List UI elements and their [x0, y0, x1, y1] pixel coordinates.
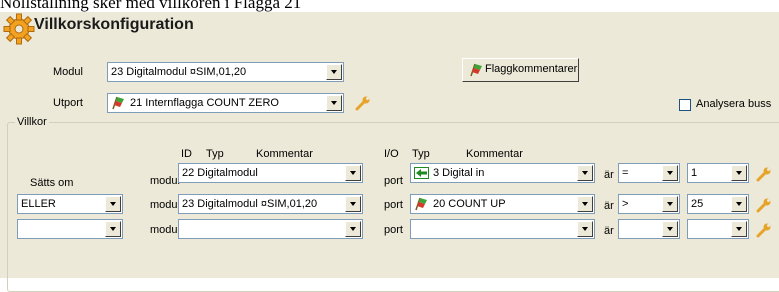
- chevron-down-icon[interactable]: [105, 196, 121, 212]
- modul-value: 23 Digitalmodul ¤SIM,01,20: [111, 66, 247, 78]
- row-logic-select[interactable]: [17, 219, 123, 239]
- flag-icon: [415, 197, 427, 211]
- row-operator-select[interactable]: >: [618, 194, 680, 214]
- header-io: I/O: [384, 148, 399, 160]
- analyze-bus-checkbox[interactable]: [679, 99, 691, 111]
- chevron-down-icon[interactable]: [662, 196, 678, 212]
- row-port-label: port: [384, 175, 403, 187]
- flag-icon: [470, 63, 482, 77]
- gear-icon: [3, 13, 35, 45]
- utport-select[interactable]: 21 Internflagga COUNT ZERO: [107, 93, 344, 113]
- row-value-value: 1: [691, 167, 698, 179]
- chevron-down-icon[interactable]: [345, 196, 361, 212]
- row-port-value: 3 Digital in: [433, 167, 485, 179]
- input-arrow-icon: [414, 167, 429, 179]
- chevron-down-icon[interactable]: [731, 221, 747, 237]
- row-value-select[interactable]: [687, 219, 749, 239]
- row-value-value: 25: [691, 198, 704, 210]
- row-logic-select[interactable]: ELLER: [17, 194, 123, 214]
- chevron-down-icon[interactable]: [577, 196, 593, 212]
- flag-comments-label: Flaggkommentarer: [485, 63, 578, 75]
- row-value-select[interactable]: 25: [687, 194, 749, 214]
- modul-label: Modul: [53, 66, 83, 78]
- chevron-down-icon[interactable]: [326, 64, 342, 80]
- row-modul-value: 23 Digitalmodul ¤SIM,01,20: [182, 198, 318, 210]
- chevron-down-icon[interactable]: [105, 221, 121, 237]
- wrench-icon[interactable]: [355, 95, 371, 111]
- chevron-down-icon[interactable]: [662, 165, 678, 181]
- header-comment-2: Kommentar: [466, 148, 523, 160]
- window-title: Villkorskonfiguration: [34, 16, 194, 33]
- chevron-down-icon[interactable]: [326, 95, 342, 111]
- chevron-down-icon[interactable]: [345, 165, 361, 181]
- row-modul-select[interactable]: [178, 219, 363, 239]
- chevron-down-icon[interactable]: [662, 221, 678, 237]
- utport-value: 21 Internflagga COUNT ZERO: [130, 97, 279, 109]
- row-is-label: är: [604, 225, 614, 237]
- row-is-label: är: [604, 200, 614, 212]
- wrench-icon[interactable]: [756, 222, 772, 238]
- conditions-legend: Villkor: [15, 116, 49, 128]
- chevron-down-icon[interactable]: [577, 165, 593, 181]
- wrench-icon[interactable]: [756, 197, 772, 213]
- header-comment: Kommentar: [256, 148, 313, 160]
- chevron-down-icon[interactable]: [577, 221, 593, 237]
- header-id: ID: [181, 148, 192, 160]
- row-modul-select[interactable]: 22 Digitalmodul: [178, 163, 363, 183]
- utport-label: Utport: [53, 97, 83, 109]
- row-port-select[interactable]: 20 COUNT UP: [410, 194, 595, 214]
- row-operator-select[interactable]: [618, 219, 680, 239]
- row-port-label: port: [384, 199, 403, 211]
- header-type: Typ: [206, 148, 224, 160]
- row-operator-select[interactable]: =: [618, 163, 680, 183]
- condition-label: Sätts om: [30, 177, 74, 189]
- analyze-bus-label: Analysera buss: [696, 98, 772, 110]
- row-operator-value: =: [622, 167, 629, 179]
- chevron-down-icon[interactable]: [731, 196, 747, 212]
- row-modul-label: modul: [150, 224, 180, 236]
- row-modul-label: modul: [150, 199, 180, 211]
- row-is-label: är: [604, 169, 614, 181]
- row-port-value: 20 COUNT UP: [433, 198, 506, 210]
- row-modul-value: 22 Digitalmodul: [182, 167, 258, 179]
- modul-select[interactable]: 23 Digitalmodul ¤SIM,01,20: [107, 62, 344, 82]
- flag-icon: [112, 96, 124, 110]
- row-value-select[interactable]: 1: [687, 163, 749, 183]
- row-logic-value: ELLER: [21, 198, 56, 210]
- row-port-select[interactable]: [410, 219, 595, 239]
- row-port-label: port: [384, 224, 403, 236]
- flag-comments-button[interactable]: Flaggkommentarer: [462, 58, 579, 82]
- row-operator-value: >: [622, 198, 629, 210]
- wrench-icon[interactable]: [756, 166, 772, 182]
- row-port-select[interactable]: 3 Digital in: [410, 163, 595, 183]
- chevron-down-icon[interactable]: [345, 221, 361, 237]
- row-modul-label: modul: [150, 175, 180, 187]
- row-modul-select[interactable]: 23 Digitalmodul ¤SIM,01,20: [178, 194, 363, 214]
- chevron-down-icon[interactable]: [731, 165, 747, 181]
- header-type-2: Typ: [412, 148, 430, 160]
